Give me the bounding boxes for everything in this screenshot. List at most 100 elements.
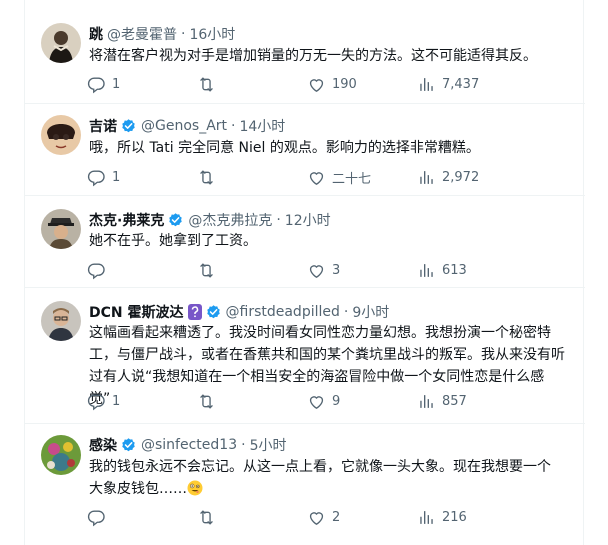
views-button[interactable]: 613 [417,254,467,286]
views-count: 857 [442,393,467,409]
verified-icon [167,212,184,229]
tweet-header: 感染 @sinfected13 · 5小时 [89,435,286,455]
avatar[interactable] [41,435,81,475]
views-count: 7,437 [442,76,480,92]
retweet-icon [197,508,216,527]
timestamp[interactable]: 12小时 [285,210,331,230]
reply-icon [87,392,106,411]
avatar[interactable] [41,209,81,249]
retweet-icon [197,168,216,187]
retweet-icon [197,261,216,280]
pronoun-badge-icon [187,304,202,320]
reply-button[interactable] [87,501,112,533]
tweet-feed: 跳 @老曼霍普 · 16小时 将潜在客户视为对手是增加销量的万无一失的方法。这不… [24,0,585,545]
views-icon [417,75,436,94]
reply-icon [87,75,106,94]
views-button[interactable]: 857 [417,385,467,417]
tweet-header: DCN 霍斯波达 @firstdeadpilled · 9小时 [89,302,389,322]
like-button[interactable]: 二十七 [307,161,371,193]
display-name[interactable]: 感染 [89,435,117,455]
tweet-item[interactable]: 跳 @老曼霍普 · 16小时 将潜在客户视为对手是增加销量的万无一失的方法。这不… [25,12,585,104]
action-bar: 1 9 857 [81,385,521,417]
separator-dot: · [343,304,349,320]
like-button[interactable]: 2 [307,501,340,533]
avatar[interactable] [41,23,81,63]
tweet-header: 吉诺 @Genos_Art · 14小时 [89,116,285,136]
display-name[interactable]: DCN 霍斯波达 [89,302,184,322]
like-count: 2 [332,509,341,525]
like-count: 190 [332,76,357,92]
verified-icon [205,304,222,321]
retweet-button[interactable] [197,161,222,193]
tweet-text: 她不在乎。她拿到了工资。 [89,233,257,249]
user-handle[interactable]: @Genos_Art [141,118,227,134]
views-count: 613 [442,262,467,278]
retweet-icon [197,392,216,411]
reply-count: 1 [112,169,121,185]
verified-icon [120,118,137,135]
like-icon [307,508,326,527]
action-bar: 3 613 [81,254,521,286]
reply-button[interactable]: 1 [87,161,120,193]
like-icon [307,75,326,94]
retweet-button[interactable] [197,254,222,286]
timestamp[interactable]: 14小时 [239,116,285,136]
views-button[interactable]: 2,972 [417,161,479,193]
reply-count: 1 [112,393,121,409]
timestamp[interactable]: 5小时 [250,435,287,455]
tweet-item[interactable]: 吉诺 @Genos_Art · 14小时 哦，所以 Tati 完全同意 Niel… [25,104,585,196]
views-icon [417,392,436,411]
views-count: 216 [442,509,467,525]
reply-button[interactable]: 1 [87,68,120,100]
tweet-header: 杰克·弗莱克 @杰克弗拉克 · 12小时 [89,210,331,230]
separator-dot: · [276,212,281,228]
like-icon [307,261,326,280]
display-name[interactable]: 跳 [89,24,103,44]
timestamp[interactable]: 9小时 [352,302,389,322]
reply-button[interactable]: 1 [87,385,120,417]
tweet-text: 将潜在客户视为对手是增加销量的万无一失的方法。这不可能适得其反。 [89,48,537,64]
like-icon [307,392,326,411]
views-icon [417,168,436,187]
tweet-item[interactable]: 感染 @sinfected13 · 5小时 我的钱包永远不会忘记。从这一点上看，… [25,424,585,545]
user-handle[interactable]: @firstdeadpilled [226,304,340,320]
reply-count: 1 [112,76,121,92]
reply-icon [87,261,106,280]
like-count: 二十七 [332,171,372,187]
avatar[interactable] [41,115,81,155]
views-button[interactable]: 7,437 [417,68,479,100]
action-bar: 1 二十七 2,972 [81,161,521,193]
reply-icon [87,508,106,527]
user-handle[interactable]: @老曼霍普 [107,24,177,44]
retweet-button[interactable] [197,385,222,417]
like-button[interactable]: 9 [307,385,340,417]
like-button[interactable]: 3 [307,254,340,286]
views-icon [417,508,436,527]
action-bar: 1 190 7,437 [81,68,521,100]
timestamp[interactable]: 16小时 [189,24,235,44]
separator-dot: · [241,437,246,453]
tweet-text: 我的钱包永远不会忘记。从这一点上看，它就像一头大象。现在我想要一个大象皮钱包…… [89,456,563,500]
like-button[interactable]: 190 [307,68,357,100]
tweet-item[interactable]: DCN 霍斯波达 @firstdeadpilled · 9小时 这幅画看起来糟透… [25,288,585,424]
reply-icon [87,168,106,187]
tweet-text: 哦，所以 Tati 完全同意 Niel 的观点。影响力的选择非常糟糕。 [89,140,480,156]
tweet-header: 跳 @老曼霍普 · 16小时 [89,24,235,44]
views-button[interactable]: 216 [417,501,467,533]
display-name[interactable]: 杰克·弗莱克 [89,210,164,230]
user-handle[interactable]: @sinfected13 [141,437,237,453]
retweet-button[interactable] [197,501,222,533]
separator-dot: · [181,26,186,42]
tweet-text-content: 我的钱包永远不会忘记。从这一点上看，它就像一头大象。现在我想要一个大象皮钱包…… [89,459,551,497]
avatar[interactable] [41,301,81,341]
like-count: 9 [332,393,341,409]
display-name[interactable]: 吉诺 [89,116,117,136]
action-bar: 2 216 [81,501,521,533]
tweet-item[interactable]: 杰克·弗莱克 @杰克弗拉克 · 12小时 她不在乎。她拿到了工资。 3 613 [25,196,585,288]
views-count: 2,972 [442,169,480,185]
separator-dot: · [231,118,236,134]
reply-button[interactable] [87,254,112,286]
user-handle[interactable]: @杰克弗拉克 [188,210,272,230]
retweet-icon [197,75,216,94]
retweet-button[interactable] [197,68,222,100]
